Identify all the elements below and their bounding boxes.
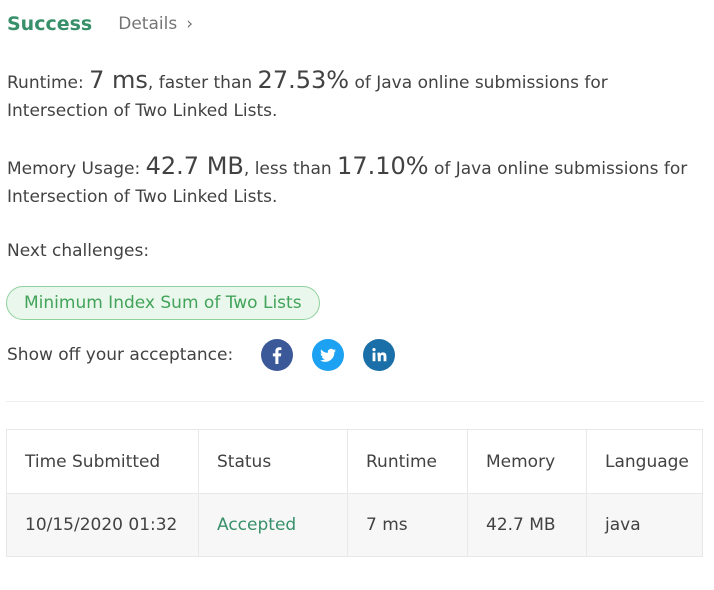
cell-memory: 42.7 MB — [467, 493, 587, 557]
facebook-icon[interactable] — [261, 339, 293, 371]
column-header-memory: Memory — [467, 429, 587, 494]
chevron-right-icon: › — [186, 14, 193, 34]
details-label: Details — [118, 14, 178, 34]
memory-percentile: 17.10% — [337, 152, 429, 180]
memory-value: 42.7 MB — [145, 152, 244, 180]
runtime-label: Runtime: — [7, 73, 90, 93]
section-divider — [6, 401, 704, 402]
cell-language: java — [586, 493, 703, 557]
share-row: Show off your acceptance: — [7, 339, 414, 371]
column-header-status: Status — [198, 429, 348, 494]
column-header-runtime: Runtime — [347, 429, 468, 494]
next-challenges-label: Next challenges: — [7, 241, 150, 261]
table-header-row: Time Submitted Status Runtime Memory Lan… — [6, 429, 703, 494]
table-row: 10/15/2020 01:32 Accepted 7 ms 42.7 MB j… — [6, 493, 703, 557]
column-header-language: Language — [586, 429, 703, 494]
runtime-comparison: , faster than — [147, 73, 258, 93]
details-link[interactable]: Details › — [118, 14, 193, 34]
next-challenge-link[interactable]: Minimum Index Sum of Two Lists — [6, 286, 320, 320]
status-title: Success — [7, 13, 93, 35]
submissions-table: Time Submitted Status Runtime Memory Lan… — [6, 429, 703, 557]
memory-comparison: , less than — [243, 159, 338, 179]
twitter-icon[interactable] — [312, 339, 344, 371]
cell-status-link[interactable]: Accepted — [198, 493, 348, 557]
memory-label: Memory Usage: — [7, 159, 146, 179]
column-header-time-submitted: Time Submitted — [6, 429, 199, 494]
linkedin-icon[interactable] — [363, 339, 395, 371]
result-header: Success Details › — [7, 10, 193, 38]
cell-runtime: 7 ms — [347, 493, 468, 557]
memory-summary: Memory Usage: 42.7 MB, less than 17.10% … — [7, 152, 707, 211]
runtime-value: 7 ms — [89, 66, 148, 94]
share-label: Show off your acceptance: — [7, 345, 234, 365]
runtime-summary: Runtime: 7 ms, faster than 27.53% of Jav… — [7, 66, 707, 125]
runtime-percentile: 27.53% — [257, 66, 350, 94]
cell-time-submitted: 10/15/2020 01:32 — [6, 493, 199, 557]
